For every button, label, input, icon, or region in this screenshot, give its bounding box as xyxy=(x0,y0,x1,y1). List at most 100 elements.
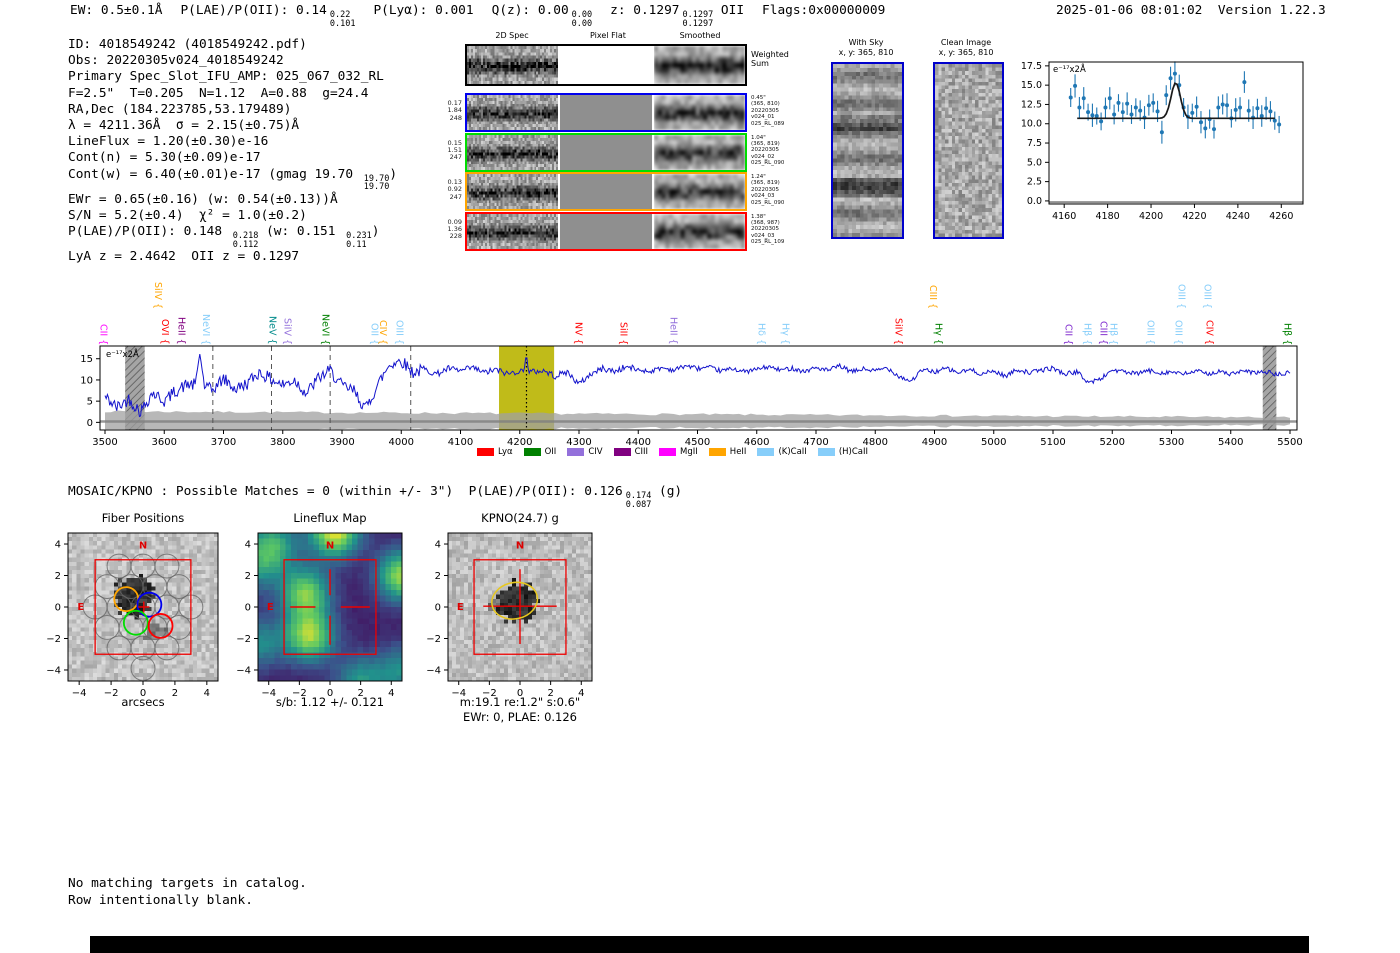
zoom-data-point xyxy=(1090,113,1095,118)
zoom-data-point xyxy=(1194,104,1199,109)
header-item-4-text-0: z: 0.1297 xyxy=(610,3,680,18)
lineflux-y-tick-label: −2 xyxy=(236,634,251,645)
emission-line-label-civ-27: CIV { xyxy=(1203,320,1215,345)
legend-item-kcaii: (K)CaII xyxy=(757,447,807,457)
info-line-10-text-0: EWr = 0.65(±0.16) (w: 0.54(±0.13))Å xyxy=(68,191,338,207)
clean-image-cutout xyxy=(933,62,1004,239)
zoom-data-point xyxy=(1120,110,1125,115)
spec2d-weighted-sum-label: Weighted Sum xyxy=(751,50,789,68)
noise-image-canvas xyxy=(935,64,1002,237)
zoom-plot-frame xyxy=(1048,61,1304,205)
emission-line-labels: CII {SiIV {OVI {HeII {NeVI {NeV {SiIV {N… xyxy=(0,246,1400,346)
zoom-data-point xyxy=(1277,122,1282,127)
zoom-y-tick-label: 2.5 xyxy=(1027,177,1042,188)
zoom-data-point xyxy=(1264,106,1269,111)
spec2d-cell-pixelflat xyxy=(560,134,652,170)
zoom-data-point xyxy=(1081,96,1086,101)
header-item-2: P(Lyα): 0.001 xyxy=(373,3,473,28)
main-x-tick-label: 4100 xyxy=(448,437,473,448)
zoom-data-point xyxy=(1233,107,1238,112)
noise-image-canvas xyxy=(258,533,402,681)
spec2d-cell-raw xyxy=(467,95,559,130)
spec2d-col-title-1: Pixel Flat xyxy=(590,31,626,40)
header-item-5-text-0: Flags:0x00000009 xyxy=(762,3,886,18)
noise-image-canvas xyxy=(833,64,902,237)
zoom-data-point xyxy=(1198,120,1203,125)
legend-label: HeII xyxy=(729,447,747,457)
noise-image-canvas xyxy=(467,95,559,130)
header-item-3-text-0: Q(z): 0.00 xyxy=(491,3,569,18)
info-line-12-text-4: ) xyxy=(371,224,380,240)
header-item-4: z: 0.1297 0.1297 0.1297 OII xyxy=(610,3,744,28)
zoom-data-point xyxy=(1146,103,1151,108)
info-line-9-text-0: Cont(w) = 6.40(±0.01)e-17 (gmag 19.70 xyxy=(68,166,361,182)
legend-item-heii: HeII xyxy=(708,447,747,457)
emission-line-label-oiii-23: OIII { xyxy=(1144,320,1156,345)
emission-line-label-nevi-4: NeVI { xyxy=(200,313,212,345)
footer-line-2: Row intentionally blank. xyxy=(68,892,253,908)
zoom-data-point xyxy=(1125,101,1130,106)
kpno-title: KPNO(24.7) g xyxy=(481,511,559,525)
zoom-y-tick-label: 12.5 xyxy=(1021,99,1042,110)
spec2d-cell-smoothed xyxy=(653,213,745,249)
zoom-data-point xyxy=(1238,105,1243,110)
zoom-data-point xyxy=(1216,105,1221,110)
lineflux-map-title: Lineflux Map xyxy=(293,511,367,525)
fiber-xlabel: arcsecs xyxy=(121,695,165,709)
zoom-units-annotation: e⁻¹⁷x2Å xyxy=(1053,63,1086,75)
lineflux-y-tick-label: 4 xyxy=(245,540,251,551)
fiber-detail-value: 025_RL_090 xyxy=(751,160,785,167)
main-units-annotation: e⁻¹⁷x2Å xyxy=(106,348,139,360)
lineflux-y-tick-label: 2 xyxy=(245,571,251,582)
spec2d-col-title-0: 2D Spec xyxy=(495,31,529,40)
zoom-data-point xyxy=(1168,76,1173,81)
legend-item-mgii: MgII xyxy=(659,447,698,457)
spectrum-legend: Lyα OII CIV CIII MgII HeII (K)CaII (H)CaII xyxy=(477,447,868,457)
main-y-tick-label: 0 xyxy=(87,418,93,429)
spec2d-cell-smoothed xyxy=(653,46,745,84)
mosaic-text-2: (g) xyxy=(651,484,683,499)
info-line-9: Cont(w) = 6.40(±0.01)e-17 (gmag 19.70 19… xyxy=(68,167,397,192)
zoom-y-tick-label: 17.5 xyxy=(1021,61,1042,72)
kpno-caption-1: m:19.1 re:1.2" s:0.6" xyxy=(459,695,581,709)
emission-line-label-heii-3: HeII { xyxy=(175,317,187,345)
info-line-3: Primary Spec_Slot_IFU_AMP: 025_067_032_R… xyxy=(68,69,397,85)
spec2d-row-weighted-sum xyxy=(465,44,747,86)
zoom-data-point xyxy=(1164,93,1169,98)
legend-label: MgII xyxy=(680,447,698,457)
with-sky-subtitle: x, y: 365, 810 xyxy=(838,48,894,57)
noise-image-canvas xyxy=(653,95,745,130)
zoom-x-tick-label: 4180 xyxy=(1096,211,1120,222)
footer-line-1: No matching targets in catalog. xyxy=(68,876,307,891)
zoom-data-point xyxy=(1133,105,1138,110)
mosaic-match-line: MOSAIC/KPNO : Possible Matches = 0 (with… xyxy=(68,484,682,509)
main-x-tick-label: 5000 xyxy=(981,437,1006,448)
zoom-y-tick-label: 15.0 xyxy=(1021,80,1042,91)
zoom-data-point xyxy=(1268,109,1273,114)
zoom-data-point xyxy=(1259,114,1264,119)
header-item-4-after-0: OII xyxy=(713,3,745,18)
zoom-x-tick-label: 4260 xyxy=(1269,211,1293,222)
emission-line-label-hβ-28: Hβ { xyxy=(1281,322,1293,345)
spec2d-row-fiber-4 xyxy=(465,211,747,251)
clean-image-title: Clean Image x, y: 365, 810 xyxy=(924,38,1008,58)
legend-item-oii: OII xyxy=(523,447,556,457)
zoom-data-point xyxy=(1190,110,1195,115)
legend-swatch xyxy=(708,448,726,456)
noise-image-canvas xyxy=(68,533,218,681)
uncertainty-low: 0.101 xyxy=(329,18,356,29)
noise-image-canvas xyxy=(467,134,559,170)
spec2d-cell-smoothed xyxy=(653,134,745,170)
spec2d-right-label-1: 0.45" (365, 810) 20220305 v024_01 025_RL_089 xyxy=(751,95,803,127)
spec2d-left-label-4: 0.09 1.36 228 xyxy=(438,218,462,241)
info-line-11-text-0: S/N = 5.2(±0.4) χ² = 1.0(±0.2) xyxy=(68,208,307,224)
mosaic-text-0: MOSAIC/KPNO : Possible Matches = 0 (with… xyxy=(68,484,623,499)
zoom-data-point xyxy=(1129,112,1134,117)
zoom-data-point xyxy=(1103,105,1108,110)
value-uncertainty-range: 0.1297 0.1297 xyxy=(682,11,713,28)
zoom-data-point xyxy=(1159,130,1164,135)
zoom-data-point xyxy=(1116,100,1121,105)
spec2d-cell-raw xyxy=(467,174,559,209)
lineflux-y-tick-label: −4 xyxy=(236,665,251,676)
section-divider-bar xyxy=(90,936,1309,953)
